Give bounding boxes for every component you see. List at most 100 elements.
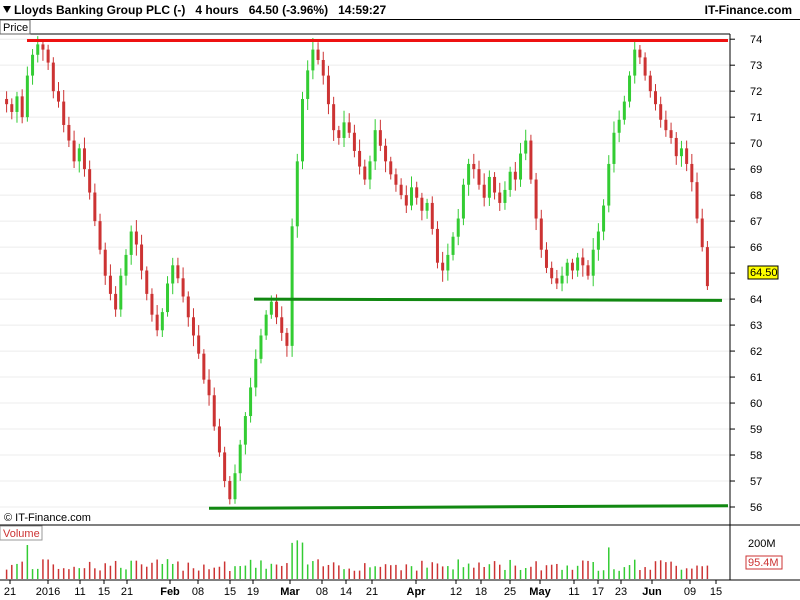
candle-body [679, 148, 683, 157]
upper-support-line [253, 297, 723, 302]
candle-body [404, 195, 408, 206]
candle-body [186, 296, 190, 318]
price-tick-label: 66 [750, 242, 762, 254]
candle-body [638, 49, 642, 58]
candle-body [290, 226, 294, 346]
candle-body [690, 163, 694, 183]
candle-body [264, 314, 268, 336]
candle-body [67, 124, 71, 141]
candle-body [98, 221, 102, 250]
candle-body [570, 262, 574, 271]
time-tick-label: 08 [192, 586, 204, 598]
candle-body [280, 317, 284, 333]
price-tick-label: 68 [750, 190, 762, 202]
candle-body [435, 228, 439, 263]
candle-body [103, 249, 107, 276]
candle-body [498, 192, 502, 203]
candle-body [410, 187, 414, 206]
candle-body [166, 283, 170, 313]
price-tick-label: 58 [750, 450, 762, 462]
price-tick-label: 62 [750, 346, 762, 358]
candle-body [560, 275, 564, 284]
candle-body [140, 244, 144, 271]
watermark: © IT-Finance.com [4, 512, 91, 524]
candle-body [62, 101, 66, 125]
candle-body [415, 187, 419, 198]
candle-body [316, 49, 320, 60]
candle-body [217, 426, 221, 453]
candle-body [519, 153, 523, 180]
candle-body [368, 161, 372, 180]
time-tick-label: Jun [642, 586, 662, 598]
candle-body [171, 265, 175, 284]
candle-body [482, 184, 486, 198]
candle-body [399, 184, 403, 196]
candle-body [591, 249, 595, 276]
candle-body [617, 119, 621, 133]
candle-body [700, 218, 704, 248]
price-chart[interactable]: 74737271706968676665646362616059585756 2… [0, 0, 800, 600]
candle-body [41, 44, 45, 50]
time-tick-label: 21 [4, 586, 16, 598]
candle-body [358, 150, 362, 167]
candle-body [332, 104, 336, 131]
candle-body [555, 278, 559, 284]
time-tick-label: 2016 [36, 586, 60, 598]
candle-body [233, 473, 237, 500]
candle-body [513, 171, 517, 180]
candle-body [565, 262, 569, 276]
price-panel-label: Price [3, 22, 28, 34]
candle-body [534, 179, 538, 219]
time-tick-label: 15 [224, 586, 236, 598]
candle-body [150, 293, 154, 315]
candle-body [685, 148, 689, 164]
candle-body [653, 91, 657, 105]
candle-body [238, 444, 242, 474]
time-tick-label: 25 [504, 586, 516, 598]
candle-body [664, 119, 668, 131]
candle-body [160, 312, 164, 331]
price-tick-label: 60 [750, 398, 762, 410]
price-tick-label: 57 [750, 476, 762, 488]
candle-body [493, 176, 497, 193]
candle-body [202, 353, 206, 380]
time-tick-label: Apr [407, 586, 427, 598]
candle-body [425, 202, 429, 211]
candle-body [321, 59, 325, 76]
candle-body [472, 163, 476, 170]
candle-body [77, 148, 81, 162]
candle-body [93, 192, 97, 222]
price-tick-label: 72 [750, 86, 762, 98]
candle-body [544, 249, 548, 268]
time-tick-label: 11 [74, 586, 85, 598]
price-tick-label: 69 [750, 164, 762, 176]
time-tick-label: 21 [121, 586, 133, 598]
candle-body [20, 96, 24, 118]
candle-body [539, 218, 543, 250]
candle-body [259, 335, 263, 359]
candle-body [612, 132, 616, 164]
time-tick-label: 09 [684, 586, 696, 598]
candle-body [477, 169, 481, 185]
candle-body [108, 275, 112, 294]
time-tick-label: May [529, 586, 551, 598]
time-tick-label: 11 [568, 586, 579, 598]
candle-body [285, 332, 289, 346]
candle-body [342, 122, 346, 138]
candle-body [275, 301, 279, 318]
candle-body [596, 231, 600, 250]
candle-body [529, 140, 533, 180]
price-tick-label: 64 [750, 294, 762, 306]
candle-body [181, 278, 185, 297]
candle-body [576, 257, 580, 271]
candle-body [31, 54, 35, 76]
time-tick-label: 17 [592, 586, 604, 598]
candle-body [461, 184, 465, 219]
time-tick-label: Mar [280, 586, 300, 598]
candle-body [586, 265, 590, 276]
candle-body [15, 96, 19, 112]
candle-body [36, 44, 40, 55]
last-price-value: 64.50 [750, 267, 778, 279]
candle-body [602, 205, 606, 232]
time-tick-label: 12 [450, 586, 462, 598]
